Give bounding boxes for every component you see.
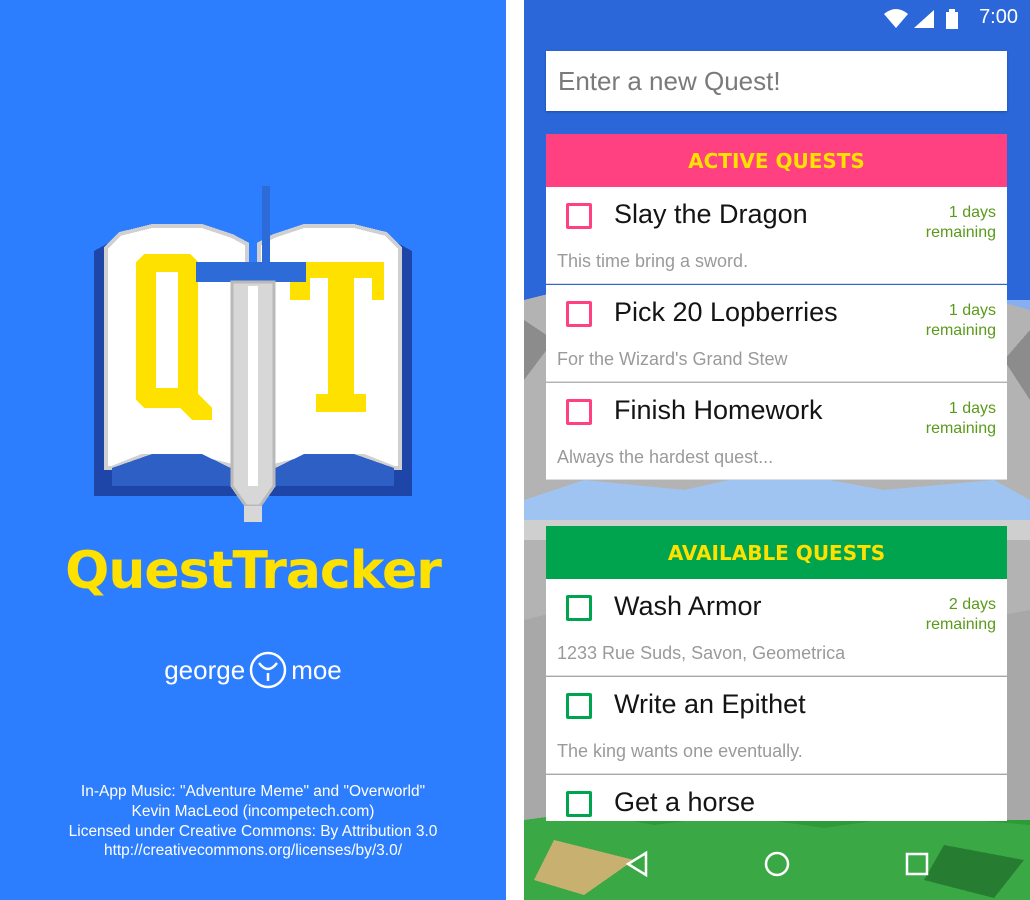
remaining-label: remaining xyxy=(925,224,996,241)
quest-card[interactable]: Wash Armor 2 days remaining 1233 Rue Suds… xyxy=(546,579,1007,676)
status-time: 7:00 xyxy=(979,6,1018,28)
quest-card[interactable]: Write an Epithet The king wants one even… xyxy=(546,677,1007,774)
status-icons xyxy=(884,9,958,29)
credit-line: http://creativecommons.org/licenses/by/3… xyxy=(103,842,403,860)
phone-screen: 7:00 ACTIVE QUESTS Slay the Dragon 1 day… xyxy=(524,0,1030,900)
quest-checkbox[interactable] xyxy=(566,203,592,229)
quest-checkbox[interactable] xyxy=(566,301,592,327)
brand-monogram-icon xyxy=(249,651,287,689)
remaining-label: remaining xyxy=(925,616,996,633)
quest-checkbox[interactable] xyxy=(566,399,592,425)
wifi-icon xyxy=(884,9,908,28)
home-icon[interactable] xyxy=(763,850,791,878)
quest-card[interactable]: Finish Homework 1 days remaining Always t… xyxy=(546,383,1007,480)
back-icon[interactable] xyxy=(624,850,650,878)
quest-card[interactable]: Get a horse xyxy=(546,775,1007,821)
quest-days-remaining: 2 days remaining xyxy=(926,595,996,635)
quest-description: Always the hardest quest... xyxy=(557,447,774,467)
recents-icon[interactable] xyxy=(904,850,930,878)
new-quest-input[interactable] xyxy=(546,51,1007,111)
remaining-label: remaining xyxy=(925,322,996,339)
brand-right-text: moe xyxy=(291,655,342,686)
days-value: 1 days xyxy=(948,204,996,221)
quest-title: Pick 20 Lopberries xyxy=(614,297,838,327)
quest-description: 1233 Rue Suds, Savon, Geometrica xyxy=(557,643,846,663)
app-title: QuestTracker xyxy=(65,541,442,601)
quest-checkbox[interactable] xyxy=(566,595,592,621)
brand-left-text: george xyxy=(164,655,246,686)
quest-checkbox[interactable] xyxy=(566,791,592,817)
quest-title: Wash Armor xyxy=(614,591,762,621)
quest-days-remaining: 1 days remaining xyxy=(926,203,996,243)
questtracker-logo xyxy=(94,186,412,522)
active-quests-header: ACTIVE QUESTS xyxy=(546,134,1007,187)
navigation-bar xyxy=(524,830,1030,900)
credit-line: Licensed under Creative Commons: By Attr… xyxy=(68,822,438,840)
signal-icon xyxy=(914,10,934,28)
quest-title: Slay the Dragon xyxy=(614,199,808,229)
music-credits: In-App Music: "Adventure Meme" and "Over… xyxy=(0,782,506,861)
available-quests-header: AVAILABLE QUESTS xyxy=(546,526,1007,579)
quest-description: For the Wizard's Grand Stew xyxy=(557,349,788,369)
quest-days-remaining: 1 days remaining xyxy=(926,301,996,341)
quest-description: The king wants one eventually. xyxy=(557,741,803,761)
battery-icon xyxy=(946,9,958,29)
remaining-label: remaining xyxy=(925,420,996,437)
days-value: 1 days xyxy=(948,400,996,417)
georgemoe-brand: george moe xyxy=(0,648,506,690)
quest-title: Write an Epithet xyxy=(614,689,806,719)
quest-description: This time bring a sword. xyxy=(557,251,749,271)
days-value: 1 days xyxy=(948,302,996,319)
status-bar: 7:00 xyxy=(524,0,1030,36)
quest-checkbox[interactable] xyxy=(566,693,592,719)
credit-line: In-App Music: "Adventure Meme" and "Over… xyxy=(80,783,426,800)
quest-days-remaining: 1 days remaining xyxy=(926,399,996,439)
quest-card[interactable]: Slay the Dragon 1 days remaining This tim… xyxy=(546,187,1007,284)
quest-title: Get a horse xyxy=(614,787,756,817)
splash-screen: QuestTracker george moe In-App Music: "Ad… xyxy=(0,0,506,900)
credit-line: Kevin MacLeod (incompetech.com) xyxy=(131,802,375,820)
days-value: 2 days xyxy=(948,596,996,613)
quest-title: Finish Homework xyxy=(614,395,823,425)
quest-card[interactable]: Pick 20 Lopberries 1 days remaining For t… xyxy=(546,285,1007,382)
